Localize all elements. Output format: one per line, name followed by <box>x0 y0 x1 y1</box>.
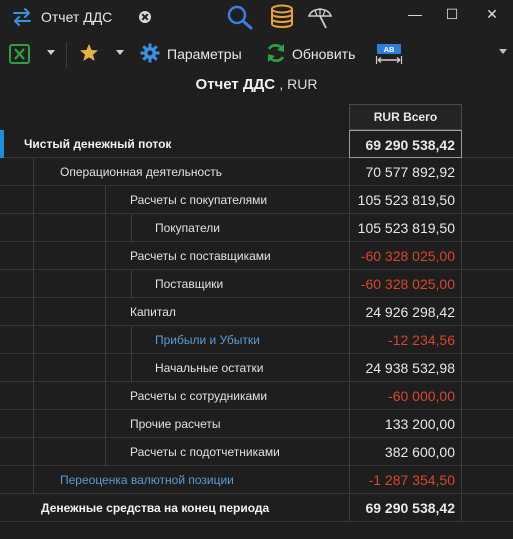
excel-icon[interactable] <box>9 44 30 64</box>
table-row[interactable]: Расчеты с поставщиками -60 328 025,00 <box>0 242 513 270</box>
row-value[interactable]: 69 290 538,42 <box>349 130 462 158</box>
search-icon[interactable] <box>226 4 254 30</box>
title-bar: Отчет ДДС — ☐ ✕ <box>0 0 513 34</box>
tree-indent-guide <box>105 214 106 242</box>
table-row[interactable]: Прибыли и Убытки -12 234,56 <box>0 326 513 354</box>
database-icon[interactable] <box>268 4 296 30</box>
refresh-icon[interactable] <box>265 42 287 64</box>
row-label: Капитал <box>130 305 176 319</box>
row-value[interactable]: 105 523 819,50 <box>349 186 462 214</box>
minimize-button[interactable]: — <box>398 0 432 28</box>
row-value[interactable]: 105 523 819,50 <box>349 214 462 242</box>
tree-indent-guide <box>33 214 34 242</box>
table-row[interactable]: Начальные остатки 24 938 532,98 <box>0 354 513 382</box>
tree-indent-guide <box>105 298 106 326</box>
star-icon[interactable] <box>79 43 99 63</box>
row-value[interactable]: -1 287 354,50 <box>349 466 462 494</box>
row-label: Денежные средства на конец периода <box>41 501 270 515</box>
row-label: Начальные остатки <box>155 361 264 375</box>
tree-indent-guide <box>131 354 132 382</box>
tree-indent-guide <box>33 326 34 354</box>
row-value[interactable]: 70 577 892,92 <box>349 158 462 186</box>
row-label[interactable]: Прибыли и Убытки <box>155 333 260 347</box>
table-row[interactable]: Покупатели 105 523 819,50 <box>0 214 513 242</box>
row-label: Прочие расчеты <box>130 417 221 431</box>
table-row[interactable]: Расчеты с покупателями 105 523 819,50 <box>0 186 513 214</box>
tab-title[interactable]: Отчет ДДС <box>41 9 112 25</box>
refresh-button[interactable]: Обновить <box>292 46 355 62</box>
toolbar-divider <box>66 42 67 68</box>
favorites-dropdown-chevron-icon[interactable] <box>116 50 124 55</box>
row-value[interactable]: -60 000,00 <box>349 382 462 410</box>
tree-indent-guide <box>105 242 106 270</box>
tree-indent-guide <box>33 466 34 494</box>
tree-indent-guide <box>105 438 106 466</box>
tree-indent-guide <box>33 382 34 410</box>
tree-indent-guide <box>105 354 106 382</box>
report-currency: , RUR <box>279 76 318 92</box>
table-row[interactable]: Операционная деятельность 70 577 892,92 <box>0 158 513 186</box>
report-name: Отчет ДДС <box>195 76 276 93</box>
row-label: Расчеты с покупателями <box>130 193 268 207</box>
row-label: Поставщики <box>155 277 224 291</box>
tree-indent-guide <box>105 410 106 438</box>
svg-text:AB: AB <box>384 45 395 54</box>
toolbar-overflow-chevron-icon[interactable] <box>499 49 507 54</box>
table-row[interactable]: Чистый денежный поток 69 290 538,42 <box>0 130 513 158</box>
gear-icon[interactable] <box>140 43 160 63</box>
table-row[interactable]: Переоценка валютной позиции -1 287 354,50 <box>0 466 513 494</box>
row-label: Расчеты с поставщиками <box>130 249 271 263</box>
row-value[interactable]: 24 938 532,98 <box>349 354 462 382</box>
row-label: Операционная деятельность <box>60 165 222 179</box>
table-row[interactable]: Прочие расчеты 133 200,00 <box>0 410 513 438</box>
tree-indent-guide <box>105 382 106 410</box>
column-header-total[interactable]: RUR Всего <box>349 104 462 130</box>
swap-arrows-icon <box>13 8 31 26</box>
table-row[interactable]: Расчеты с подотчетниками 382 600,00 <box>0 438 513 466</box>
report-title: Отчет ДДС , RUR <box>0 76 513 93</box>
tree-indent-guide <box>131 270 132 298</box>
tree-indent-guide <box>33 242 34 270</box>
row-value[interactable]: 69 290 538,42 <box>349 494 462 522</box>
maximize-button[interactable]: ☐ <box>435 0 469 28</box>
tree-indent-guide <box>105 326 106 354</box>
tree-indent-guide <box>33 354 34 382</box>
tree-indent-guide <box>33 410 34 438</box>
tree-indent-guide <box>33 158 34 186</box>
tree-indent-guide <box>33 186 34 214</box>
table-row[interactable]: Поставщики -60 328 025,00 <box>0 270 513 298</box>
tree-indent-guide <box>105 186 106 214</box>
row-value[interactable]: -60 328 025,00 <box>349 270 462 298</box>
toolbar: Параметры Обновить AB <box>0 34 513 74</box>
tree-indent-guide <box>131 326 132 354</box>
row-label: Расчеты с подотчетниками <box>130 445 280 459</box>
row-value[interactable]: -12 234,56 <box>349 326 462 354</box>
table-row[interactable]: Капитал 24 926 298,42 <box>0 298 513 326</box>
close-window-button[interactable]: ✕ <box>475 0 509 28</box>
tree-indent-guide <box>33 270 34 298</box>
export-dropdown-chevron-icon[interactable] <box>47 50 55 55</box>
beach-umbrella-icon[interactable] <box>306 4 334 30</box>
column-width-icon[interactable]: AB <box>375 43 403 65</box>
close-tab-icon[interactable] <box>139 11 151 23</box>
table-row[interactable]: Денежные средства на конец периода 69 290… <box>0 494 513 522</box>
row-value[interactable]: 382 600,00 <box>349 438 462 466</box>
tree-indent-guide <box>131 214 132 242</box>
tree-indent-guide <box>33 298 34 326</box>
tree-indent-guide <box>105 270 106 298</box>
row-label[interactable]: Переоценка валютной позиции <box>60 473 234 487</box>
row-selection-marker <box>0 130 4 158</box>
row-label: Покупатели <box>155 221 220 235</box>
tree-indent-guide <box>33 438 34 466</box>
row-value[interactable]: 133 200,00 <box>349 410 462 438</box>
row-value[interactable]: 24 926 298,42 <box>349 298 462 326</box>
row-label: Чистый денежный поток <box>24 137 172 151</box>
table-row[interactable]: Расчеты с сотрудниками -60 000,00 <box>0 382 513 410</box>
parameters-button[interactable]: Параметры <box>167 46 242 62</box>
row-value[interactable]: -60 328 025,00 <box>349 242 462 270</box>
row-label: Расчеты с сотрудниками <box>130 389 268 403</box>
